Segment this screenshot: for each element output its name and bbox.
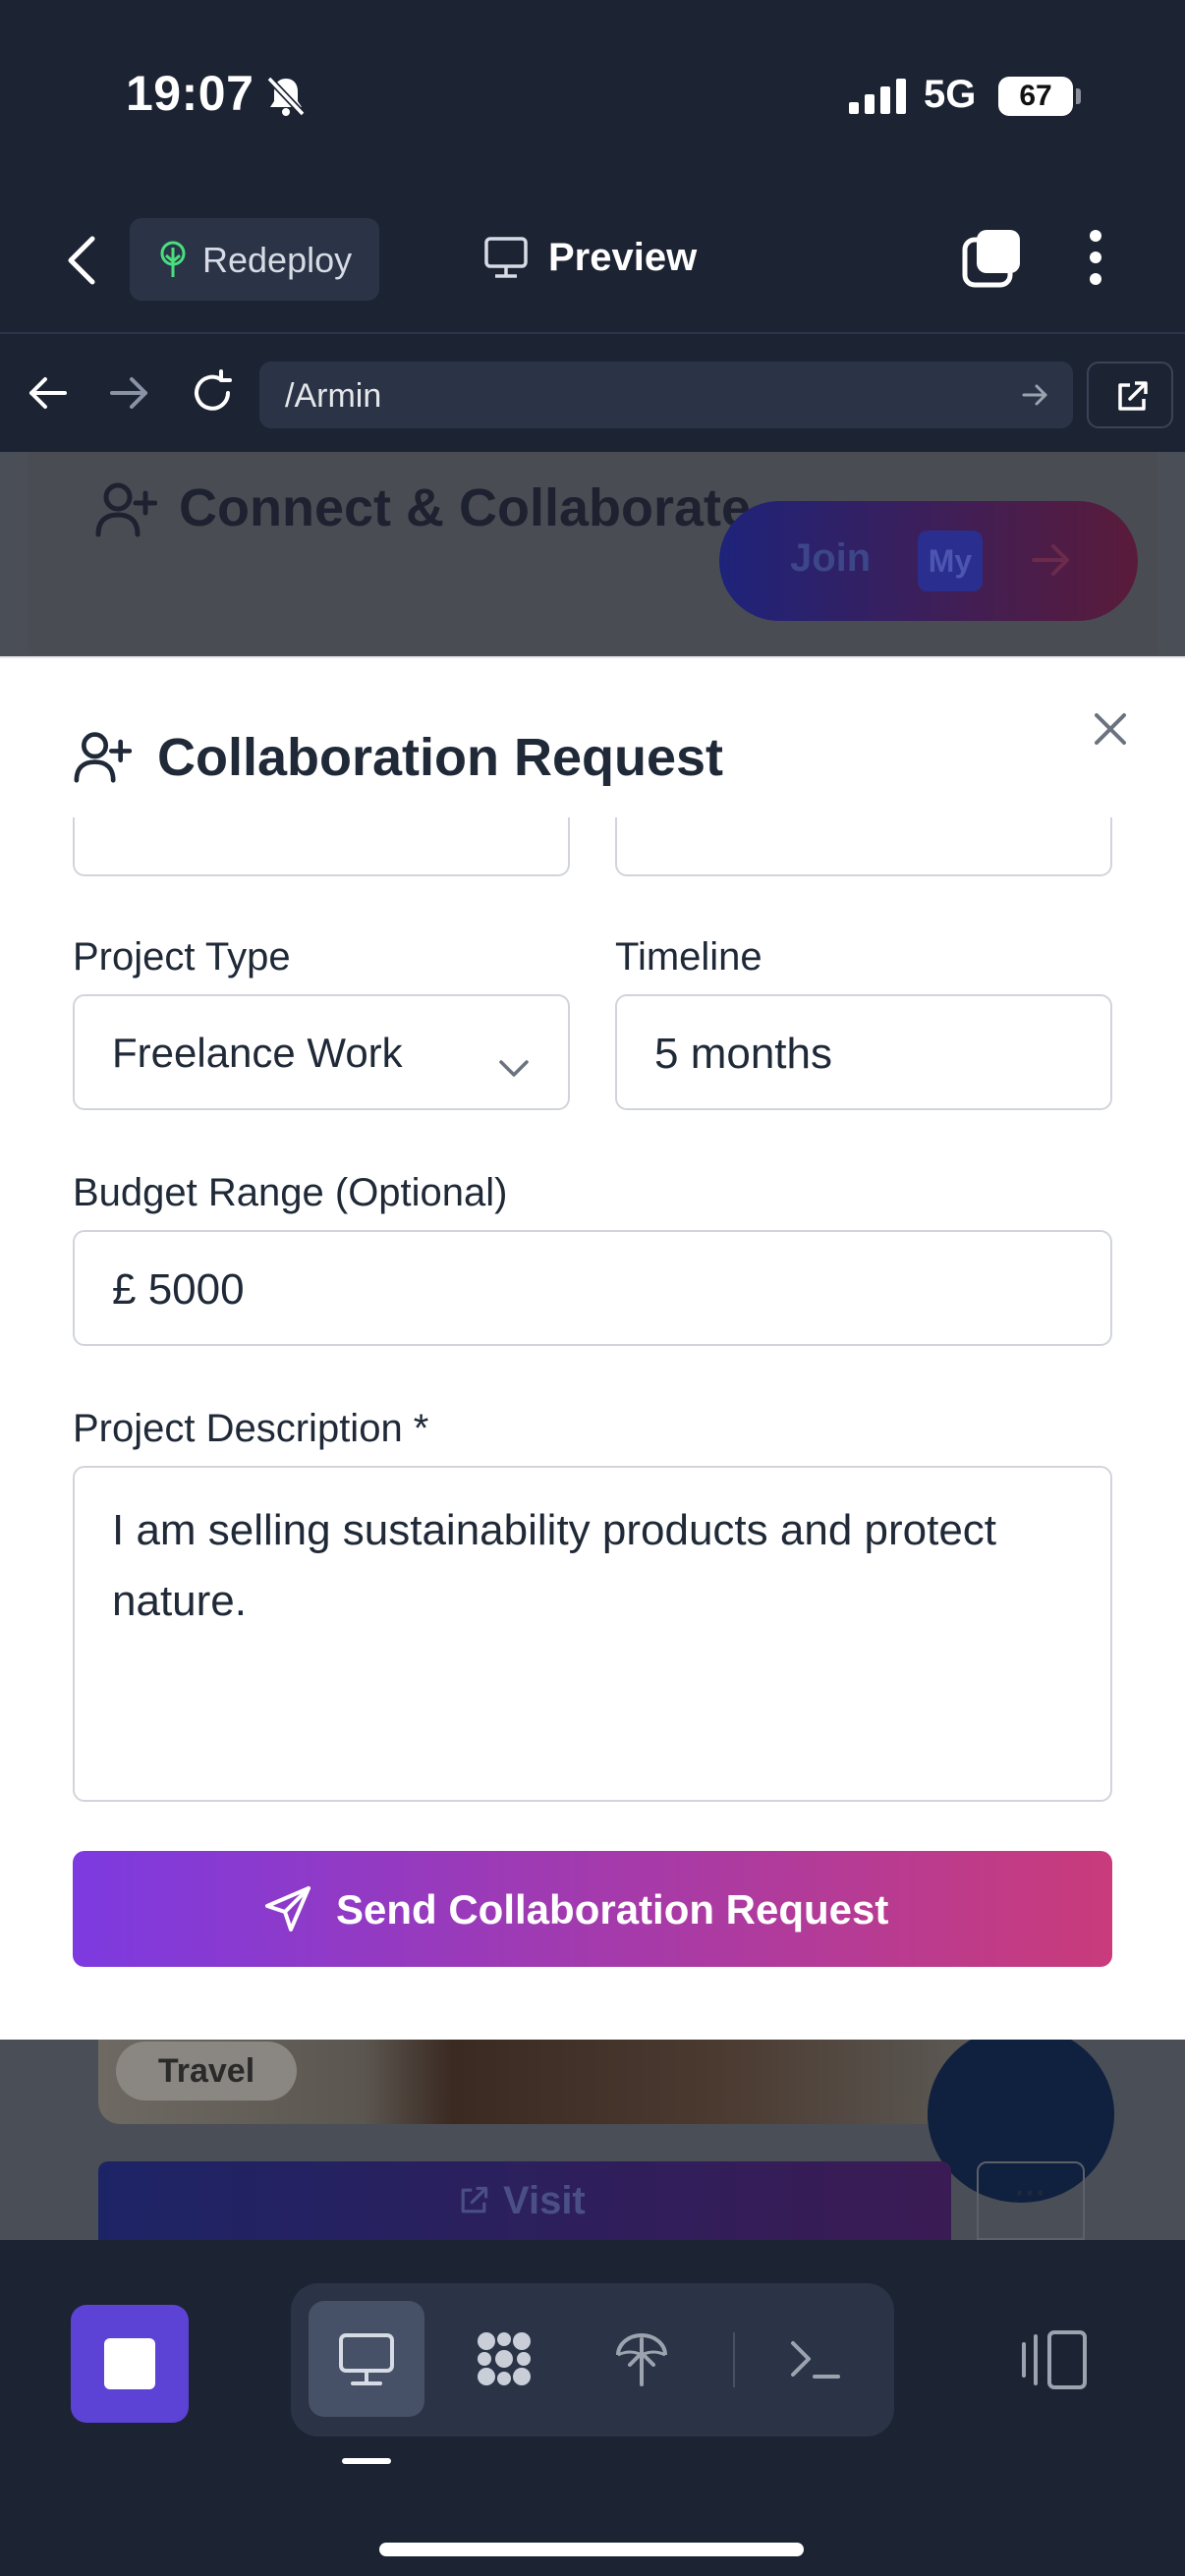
preview-tab[interactable]: Preview <box>483 236 697 289</box>
chevron-down-icon <box>497 1041 531 1091</box>
external-link-icon <box>456 2183 491 2228</box>
tree-icon <box>155 240 191 288</box>
go-arrow-icon[interactable] <box>1020 379 1051 420</box>
status-time: 19:07 <box>126 66 254 121</box>
timeline-label: Timeline <box>615 935 762 979</box>
redeploy-button[interactable]: Redeploy <box>130 218 379 301</box>
network-type: 5G <box>924 73 977 116</box>
budget-label: Budget Range (Optional) <box>73 1171 508 1214</box>
background-page-bottom: Travel Visit ··· <box>0 2026 1185 2240</box>
description-value: I am selling sustainability products and… <box>112 1506 997 1625</box>
project-type-label: Project Type <box>73 935 291 979</box>
close-icon[interactable] <box>1089 707 1132 756</box>
desktop-tool[interactable] <box>309 2301 424 2417</box>
scrolled-input-right[interactable] <box>615 817 1112 876</box>
background-heading: Connect & Collaborate <box>179 478 752 537</box>
toolbar-divider <box>733 2332 735 2387</box>
open-external-button[interactable] <box>1087 362 1173 428</box>
send-collaboration-request-button[interactable]: Send Collaboration Request <box>73 1851 1112 1967</box>
timeline-value: 5 months <box>654 1030 832 1078</box>
project-type-value: Freelance Work <box>112 1030 403 1076</box>
preview-label: Preview <box>548 236 698 279</box>
browser-bar: /Armin <box>0 336 1185 452</box>
budget-input[interactable]: £ 5000 <box>73 1230 1112 1346</box>
bell-slash-icon <box>265 75 307 123</box>
visit-label: Visit <box>503 2179 586 2222</box>
arrow-left-icon[interactable] <box>26 373 69 418</box>
battery-level: 67 <box>998 77 1081 116</box>
more-options-button: ··· <box>977 2161 1085 2240</box>
home-indicator[interactable] <box>379 2543 804 2556</box>
tabs-icon[interactable] <box>961 226 1024 294</box>
more-vertical-icon[interactable] <box>1081 226 1110 294</box>
stop-button[interactable] <box>71 2305 189 2423</box>
modal-title: Collaboration Request <box>157 728 724 787</box>
arrow-right-icon[interactable] <box>108 373 151 418</box>
visit-button: Visit <box>98 2161 951 2240</box>
monitor-icon <box>483 237 529 288</box>
join-button: Join My <box>719 501 1138 621</box>
url-text: /Armin <box>285 377 382 415</box>
join-label: Join <box>790 536 872 580</box>
apps-tool[interactable] <box>446 2301 562 2417</box>
url-input[interactable]: /Armin <box>259 362 1073 428</box>
stop-icon <box>104 2338 155 2389</box>
app-header: Redeploy Preview <box>0 196 1185 334</box>
chevron-left-icon[interactable] <box>61 231 104 290</box>
panel-icon[interactable] <box>1016 2328 1091 2396</box>
send-button-label: Send Collaboration Request <box>336 1886 889 1932</box>
deploy-tool[interactable] <box>584 2301 700 2417</box>
travel-tag: Travel <box>116 2042 297 2100</box>
timeline-input[interactable]: 5 months <box>615 994 1112 1110</box>
user-plus-icon <box>73 729 133 789</box>
reload-icon[interactable] <box>189 369 236 421</box>
signal-icon <box>849 79 908 119</box>
description-textarea[interactable]: I am selling sustainability products and… <box>73 1466 1112 1802</box>
description-label: Project Description * <box>73 1407 429 1450</box>
my-badge: My <box>918 531 983 591</box>
bottom-toolbar <box>0 2240 1185 2576</box>
arrow-right-icon <box>1030 540 1073 585</box>
budget-value: £ 5000 <box>112 1265 245 1314</box>
redeploy-label: Redeploy <box>202 240 353 280</box>
tool-group <box>291 2283 894 2436</box>
scrolled-input-left[interactable] <box>73 817 570 876</box>
collaboration-request-modal: Collaboration Request Project Type Freel… <box>0 656 1185 2040</box>
terminal-tool[interactable] <box>757 2301 873 2417</box>
send-icon <box>263 1884 312 1943</box>
active-tab-indicator <box>342 2458 391 2464</box>
project-type-select[interactable]: Freelance Work <box>73 994 570 1110</box>
status-bar: 19:07 5G 67 <box>0 0 1185 196</box>
